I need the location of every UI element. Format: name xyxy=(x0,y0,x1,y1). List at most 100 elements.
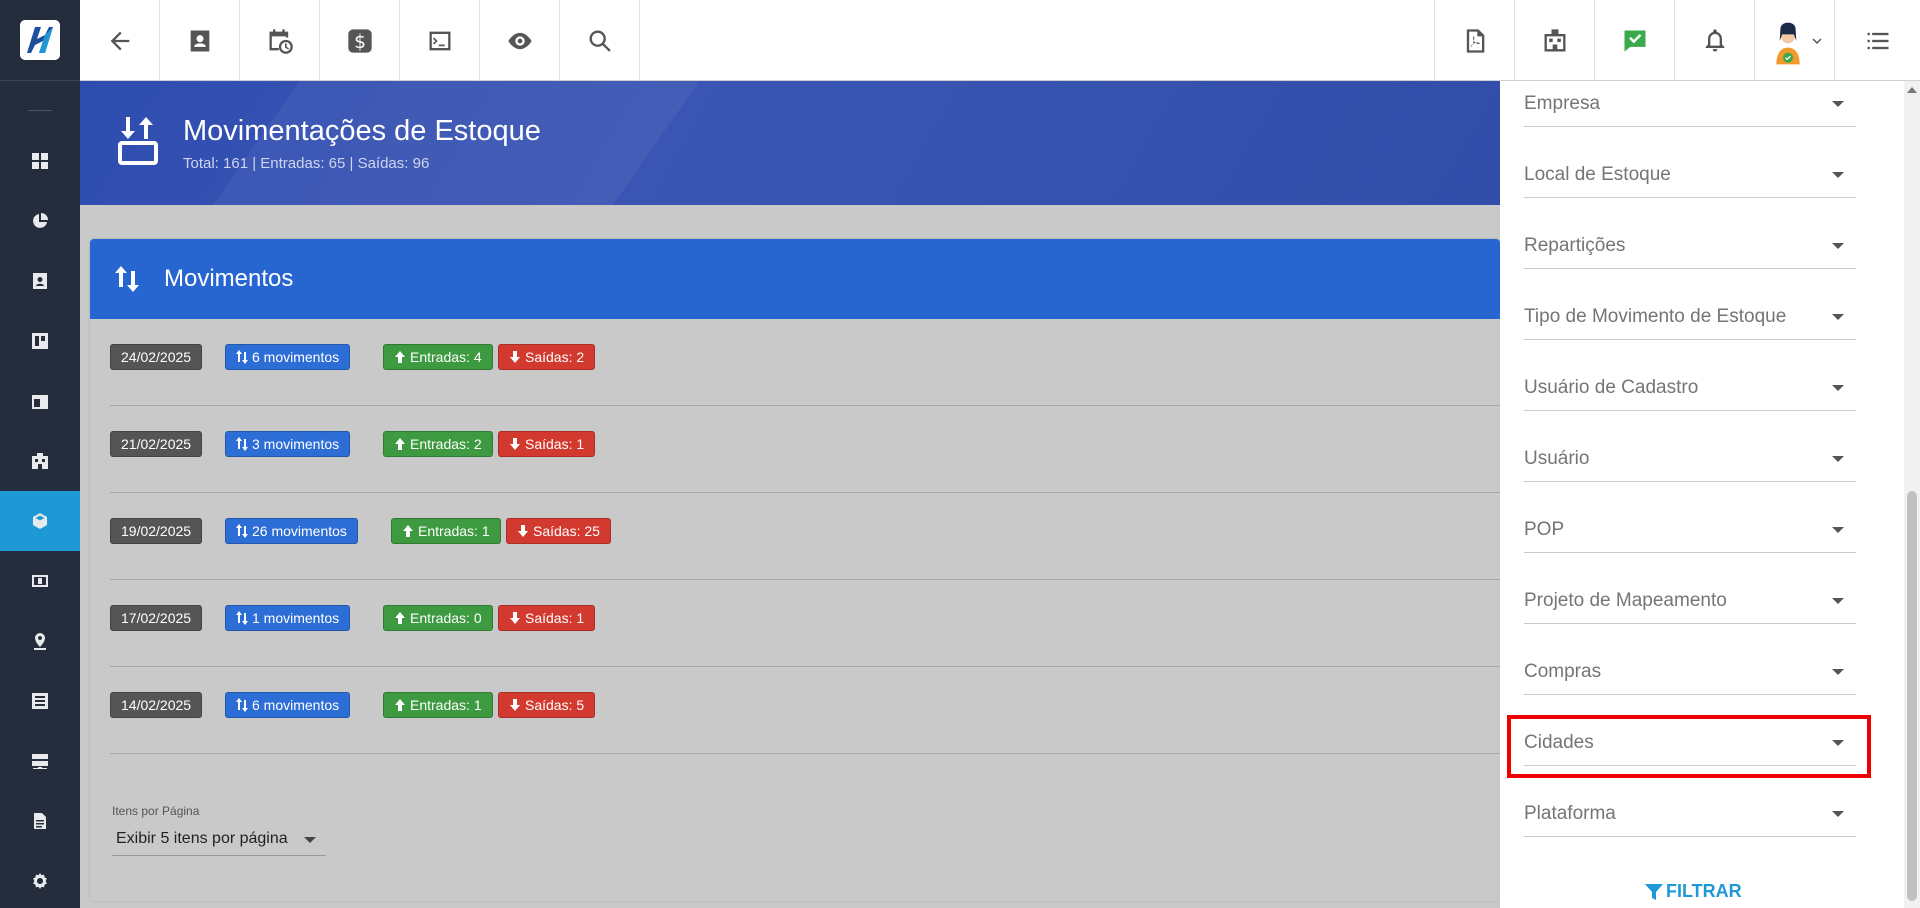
sidebar-item-company[interactable] xyxy=(0,431,80,491)
arrow-up-icon xyxy=(395,612,405,624)
arrow-down-icon xyxy=(510,699,520,711)
sidebar-item-board[interactable] xyxy=(0,311,80,371)
items-per-page-select[interactable]: Exibir 5 itens por página xyxy=(112,822,326,856)
company-button[interactable] xyxy=(1514,0,1594,81)
eye-icon xyxy=(507,32,532,49)
filter-empresa[interactable]: Empresa xyxy=(1524,81,1856,127)
highlight-box xyxy=(1507,715,1871,778)
calendar-icon xyxy=(32,395,48,409)
board-icon xyxy=(32,333,48,349)
tasks-button[interactable] xyxy=(1594,0,1674,81)
caret-down-icon xyxy=(1832,101,1844,107)
filter-reparticoes[interactable]: Repartições xyxy=(1524,223,1856,269)
swap-vertical-icon xyxy=(236,437,248,451)
entradas-badge: Entradas: 1 xyxy=(383,692,493,718)
sidebar-item-finance[interactable] xyxy=(0,551,80,611)
caret-down-icon xyxy=(1832,385,1844,391)
topbar: $ xyxy=(80,0,1920,81)
swap-vertical-icon xyxy=(236,350,248,364)
swap-vertical-icon xyxy=(236,698,248,712)
bell-icon xyxy=(1705,28,1724,51)
server-icon xyxy=(32,754,48,769)
filter-local-estoque[interactable]: Local de Estoque xyxy=(1524,152,1856,198)
caret-down-icon xyxy=(1832,811,1844,817)
filter-plataforma[interactable]: Plataforma xyxy=(1524,791,1856,837)
saidas-badge: Saídas: 1 xyxy=(498,605,596,631)
sidebar-item-stock[interactable] xyxy=(0,491,80,551)
list-item[interactable]: 21/02/2025 3 movimentos Entradas: 2 Saíd… xyxy=(110,406,1500,493)
scrollbar-thumb[interactable] xyxy=(1907,491,1917,901)
back-arrow-icon xyxy=(110,31,129,50)
entradas-badge: Entradas: 1 xyxy=(391,518,501,544)
terminal-button[interactable] xyxy=(400,0,480,81)
filter-button[interactable]: FILTRAR xyxy=(1644,881,1742,902)
scrollbar[interactable] xyxy=(1880,81,1920,908)
card-title: Movimentos xyxy=(164,265,294,292)
arrow-up-icon xyxy=(403,525,413,537)
stock-transfer-icon xyxy=(118,117,158,165)
sidebar-item-map[interactable] xyxy=(0,611,80,671)
document-icon xyxy=(34,813,46,829)
list-item[interactable]: 24/02/2025 6 movimentos Entradas: 4 Saíd… xyxy=(110,319,1500,406)
user-menu[interactable] xyxy=(1754,0,1834,81)
dollar-icon: $ xyxy=(347,28,372,53)
filter-tipo-movimento[interactable]: Tipo de Movimento de Estoque xyxy=(1524,294,1856,340)
entradas-badge: Entradas: 0 xyxy=(383,605,493,631)
filter-panel: Empresa Local de Estoque Repartições Tip… xyxy=(1500,81,1880,908)
pdf-button[interactable] xyxy=(1434,0,1514,81)
search-button[interactable] xyxy=(560,0,640,81)
finance-button[interactable]: $ xyxy=(320,0,400,81)
sidebar-item-schedule[interactable] xyxy=(0,371,80,431)
arrow-down-icon xyxy=(510,612,520,624)
filter-pop[interactable]: POP xyxy=(1524,507,1856,553)
search-icon xyxy=(589,30,611,52)
entradas-badge: Entradas: 4 xyxy=(383,344,493,370)
contacts-button[interactable] xyxy=(160,0,240,81)
schedule-button[interactable] xyxy=(240,0,320,81)
movements-badge: 6 movimentos xyxy=(225,344,351,370)
dashboard-icon xyxy=(32,153,48,169)
filter-usuario-cadastro[interactable]: Usuário de Cadastro xyxy=(1524,365,1856,411)
logo-box[interactable] xyxy=(0,0,80,81)
caret-down-icon xyxy=(304,837,316,843)
map-pin-icon xyxy=(34,633,46,650)
movements-badge: 3 movimentos xyxy=(225,431,351,457)
page-title: Movimentações de Estoque xyxy=(183,115,541,147)
arrow-up-icon xyxy=(395,438,405,450)
avatar xyxy=(1775,22,1800,64)
sidebar-item-documents[interactable] xyxy=(0,791,80,851)
sidebar-item-settings[interactable] xyxy=(0,851,80,908)
list-icon xyxy=(32,693,48,709)
sidebar-item-dashboard[interactable] xyxy=(0,131,80,191)
app-logo[interactable] xyxy=(20,20,60,60)
terminal-icon xyxy=(429,31,450,50)
list-item[interactable]: 19/02/2025 26 movimentos Entradas: 1 Saí… xyxy=(110,493,1500,580)
task-check-icon xyxy=(1624,30,1645,51)
date-badge: 17/02/2025 xyxy=(110,605,203,631)
building-icon xyxy=(1544,28,1565,51)
pie-chart-icon xyxy=(33,213,48,228)
filter-projeto-mapeamento[interactable]: Projeto de Mapeamento xyxy=(1524,578,1856,624)
notifications-button[interactable] xyxy=(1674,0,1754,81)
page-header: Movimentações de Estoque Total: 161 | En… xyxy=(80,81,1500,205)
gear-icon xyxy=(33,873,47,889)
sidebar-item-reports[interactable] xyxy=(0,191,80,251)
sidebar-item-list[interactable] xyxy=(0,671,80,731)
sidebar-item-contacts[interactable] xyxy=(0,251,80,311)
swap-vertical-icon xyxy=(236,611,248,625)
caret-down-icon xyxy=(1832,314,1844,320)
calendar-clock-icon xyxy=(269,28,293,54)
list-item[interactable]: 17/02/2025 1 movimentos Entradas: 0 Saíd… xyxy=(110,580,1500,667)
filter-compras[interactable]: Compras xyxy=(1524,649,1856,695)
filter-usuario[interactable]: Usuário xyxy=(1524,436,1856,482)
menu-button[interactable] xyxy=(1834,0,1920,81)
list-item[interactable]: 14/02/2025 6 movimentos Entradas: 1 Saíd… xyxy=(110,667,1500,754)
back-button[interactable] xyxy=(80,0,160,81)
movements-badge: 1 movimentos xyxy=(225,605,351,631)
sidebar-item-servers[interactable] xyxy=(0,731,80,791)
box-icon xyxy=(33,513,47,529)
pdf-icon xyxy=(1466,28,1484,53)
view-button[interactable] xyxy=(480,0,560,81)
saidas-badge: Saídas: 25 xyxy=(506,518,611,544)
scroll-up-arrow[interactable] xyxy=(1907,87,1917,93)
